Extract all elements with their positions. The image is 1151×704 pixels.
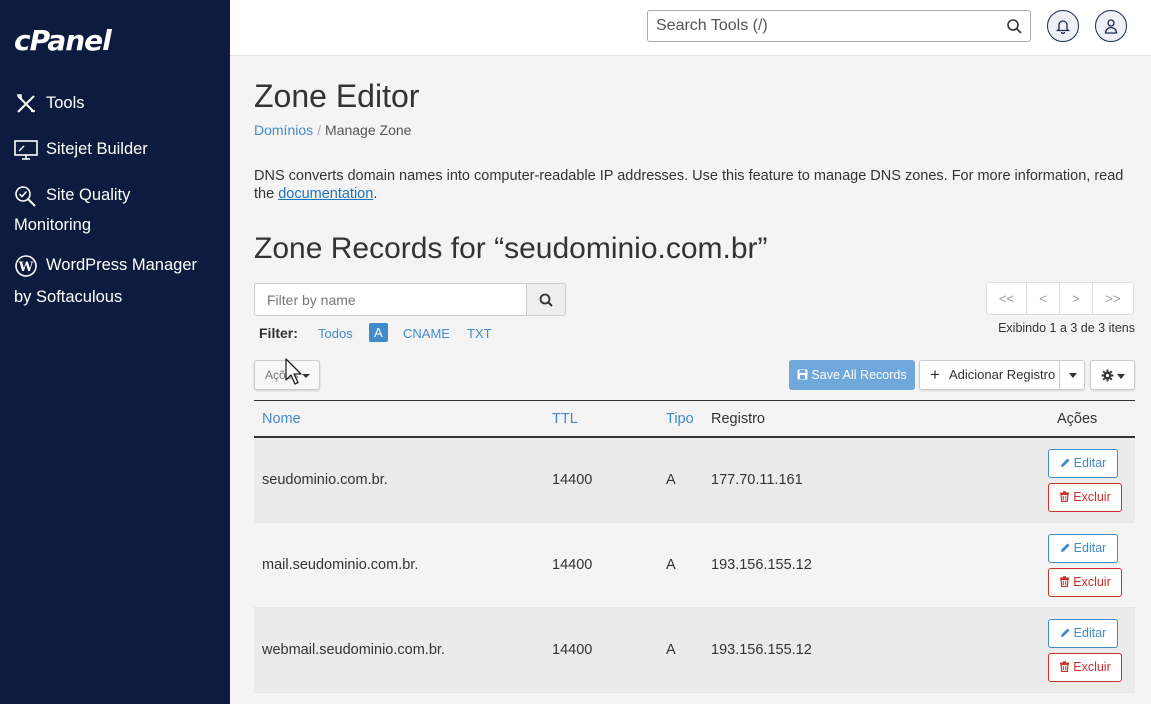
record-name: webmail.seudominio.com.br.: [262, 642, 445, 658]
sidebar-item-tools[interactable]: Tools: [14, 88, 85, 118]
zone-records-title: Zone Records for “seudominio.com.br”: [254, 232, 768, 265]
edit-record-button[interactable]: Editar: [1048, 449, 1118, 478]
column-header-actions: Ações: [1057, 411, 1098, 427]
page-description: DNS converts domain names into computer-…: [254, 168, 1124, 202]
bulk-actions-button[interactable]: Ações: [254, 360, 320, 390]
search-icon: [539, 293, 553, 307]
trash-icon: [1060, 661, 1070, 673]
filter-search-button[interactable]: [526, 283, 566, 316]
sidebar-item-label: WordPress Manager: [46, 256, 198, 274]
record-name: mail.seudominio.com.br.: [262, 557, 419, 573]
page-prev-button[interactable]: <: [1027, 283, 1060, 314]
save-all-records-button[interactable]: Save All Records: [789, 360, 915, 390]
record-ttl: 14400: [552, 557, 593, 573]
filter-label: Filter:: [259, 325, 298, 341]
notifications-button[interactable]: [1047, 10, 1079, 42]
sidebar-item-label-cont: by Softaculous: [14, 288, 123, 306]
filter-option-cname[interactable]: CNAME: [403, 326, 450, 341]
record-ttl: 14400: [552, 642, 593, 658]
table-header: Nome TTL Tipo Registro Ações: [254, 400, 1135, 438]
wordpress-icon: W: [14, 254, 38, 277]
page-first-button[interactable]: <<: [987, 283, 1027, 314]
sidebar-item-sitejet[interactable]: Sitejet Builder: [14, 134, 148, 164]
breadcrumb-domains-link[interactable]: Domínios: [254, 122, 313, 138]
breadcrumb-current: Manage Zone: [325, 122, 412, 138]
svg-text:W: W: [18, 260, 34, 275]
sidebar-item-wordpress[interactable]: W WordPress Manager: [14, 250, 197, 280]
record-value: 177.70.11.161: [711, 472, 803, 488]
sidebar-item-label: Site Quality: [46, 186, 131, 204]
pencil-icon: [1060, 628, 1070, 637]
search-tools-input[interactable]: [648, 11, 988, 41]
trash-icon: [1060, 576, 1070, 588]
delete-record-button[interactable]: Excluir: [1048, 568, 1122, 597]
page-last-button[interactable]: >>: [1093, 283, 1133, 314]
table-row: webmail.seudominio.com.br. 14400 A 193.1…: [254, 608, 1135, 693]
record-type: A: [666, 472, 676, 488]
pagination-info: Exibindo 1 a 3 de 3 itens: [998, 321, 1135, 335]
sidebar-item-label: Tools: [46, 94, 85, 112]
sidebar-item-site-quality[interactable]: Site Quality: [14, 180, 130, 210]
chevron-down-icon: [302, 373, 311, 378]
gear-icon: [1101, 369, 1114, 382]
record-value: 193.156.155.12: [711, 557, 812, 573]
monitor-icon: [14, 139, 38, 161]
user-menu-button[interactable]: [1095, 10, 1127, 42]
column-header-type[interactable]: Tipo: [666, 411, 694, 427]
record-type: A: [666, 642, 676, 658]
page-next-button[interactable]: >: [1060, 283, 1093, 314]
delete-record-button[interactable]: Excluir: [1048, 483, 1122, 512]
top-bar: [230, 0, 1151, 56]
add-record-dropdown-toggle[interactable]: [1069, 373, 1077, 378]
record-name: seudominio.com.br.: [262, 472, 388, 488]
tools-icon: [14, 93, 38, 115]
trash-icon: [1060, 491, 1070, 503]
sidebar: cPanel Tools Sitejet Builder Site Qualit…: [0, 0, 230, 704]
user-icon: [1104, 19, 1118, 34]
edit-record-button[interactable]: Editar: [1048, 619, 1118, 648]
filter-option-todos[interactable]: Todos: [318, 326, 353, 341]
documentation-link[interactable]: documentation: [278, 186, 373, 202]
sidebar-item-label: Sitejet Builder: [46, 140, 148, 158]
plus-icon: +: [930, 365, 940, 384]
cpanel-logo[interactable]: cPanel: [14, 24, 112, 57]
column-header-ttl[interactable]: TTL: [552, 411, 578, 427]
table-row: seudominio.com.br. 14400 A 177.70.11.161…: [254, 438, 1135, 523]
record-ttl: 14400: [552, 472, 593, 488]
sidebar-item-label-cont: Monitoring: [14, 216, 92, 234]
chevron-down-icon: [1117, 374, 1125, 379]
filter-by-name-input[interactable]: [254, 283, 527, 316]
pencil-icon: [1060, 543, 1070, 552]
zone-records-table: Nome TTL Tipo Registro Ações seudominio.…: [254, 400, 1135, 693]
page-title: Zone Editor: [254, 78, 420, 114]
search-tools-box: [647, 10, 1031, 42]
bell-icon: [1056, 20, 1070, 34]
delete-record-button[interactable]: Excluir: [1048, 653, 1122, 682]
edit-record-button[interactable]: Editar: [1048, 534, 1118, 563]
filter-option-txt[interactable]: TXT: [467, 326, 492, 341]
record-value: 193.156.155.12: [711, 642, 812, 658]
save-icon: [797, 369, 808, 380]
magnify-check-icon: [14, 185, 38, 207]
pagination: << < > >>: [986, 282, 1134, 315]
add-record-button[interactable]: + Adicionar Registro: [919, 360, 1085, 390]
settings-button[interactable]: [1090, 360, 1135, 390]
record-type: A: [666, 557, 676, 573]
column-header-record: Registro: [711, 411, 765, 427]
table-row: mail.seudominio.com.br. 14400 A 193.156.…: [254, 523, 1135, 608]
column-header-name[interactable]: Nome: [262, 411, 301, 427]
search-icon[interactable]: [1006, 18, 1022, 34]
filter-option-a[interactable]: A: [369, 323, 388, 342]
pencil-icon: [1060, 458, 1070, 467]
breadcrumb: Domínios / Manage Zone: [254, 122, 412, 138]
